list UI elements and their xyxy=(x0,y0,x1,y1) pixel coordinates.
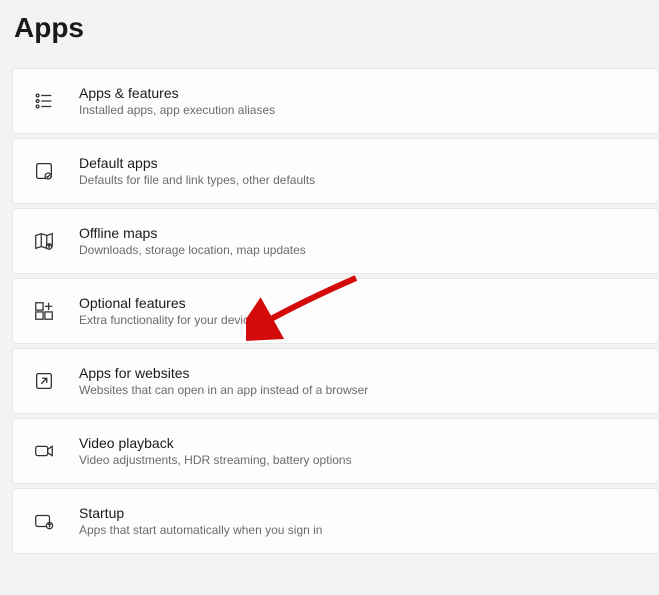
item-desc: Video adjustments, HDR streaming, batter… xyxy=(79,453,352,467)
optional-features-icon xyxy=(33,300,55,322)
item-title: Default apps xyxy=(79,155,315,171)
item-default-apps[interactable]: Default apps Defaults for file and link … xyxy=(12,138,659,204)
startup-icon xyxy=(33,510,55,532)
default-apps-icon xyxy=(33,160,55,182)
video-playback-icon xyxy=(33,440,55,462)
item-desc: Extra functionality for your device xyxy=(79,313,256,327)
item-title: Apps for websites xyxy=(79,365,368,381)
item-apps-for-websites[interactable]: Apps for websites Websites that can open… xyxy=(12,348,659,414)
item-desc: Defaults for file and link types, other … xyxy=(79,173,315,187)
item-title: Startup xyxy=(79,505,322,521)
item-text: Video playback Video adjustments, HDR st… xyxy=(79,435,352,467)
item-offline-maps[interactable]: Offline maps Downloads, storage location… xyxy=(12,208,659,274)
settings-list: Apps & features Installed apps, app exec… xyxy=(12,68,659,554)
item-optional-features[interactable]: Optional features Extra functionality fo… xyxy=(12,278,659,344)
item-desc: Installed apps, app execution aliases xyxy=(79,103,275,117)
item-apps-features[interactable]: Apps & features Installed apps, app exec… xyxy=(12,68,659,134)
item-text: Apps for websites Websites that can open… xyxy=(79,365,368,397)
item-desc: Apps that start automatically when you s… xyxy=(79,523,322,537)
item-text: Apps & features Installed apps, app exec… xyxy=(79,85,275,117)
item-desc: Downloads, storage location, map updates xyxy=(79,243,306,257)
item-title: Optional features xyxy=(79,295,256,311)
item-title: Video playback xyxy=(79,435,352,451)
item-startup[interactable]: Startup Apps that start automatically wh… xyxy=(12,488,659,554)
item-desc: Websites that can open in an app instead… xyxy=(79,383,368,397)
item-title: Apps & features xyxy=(79,85,275,101)
item-text: Offline maps Downloads, storage location… xyxy=(79,225,306,257)
item-text: Default apps Defaults for file and link … xyxy=(79,155,315,187)
apps-settings-page: Apps Apps & features Installed apps, app… xyxy=(0,0,659,570)
apps-for-websites-icon xyxy=(33,370,55,392)
offline-maps-icon xyxy=(33,230,55,252)
item-title: Offline maps xyxy=(79,225,306,241)
page-title: Apps xyxy=(14,12,659,44)
item-video-playback[interactable]: Video playback Video adjustments, HDR st… xyxy=(12,418,659,484)
item-text: Optional features Extra functionality fo… xyxy=(79,295,256,327)
apps-features-icon xyxy=(33,90,55,112)
item-text: Startup Apps that start automatically wh… xyxy=(79,505,322,537)
